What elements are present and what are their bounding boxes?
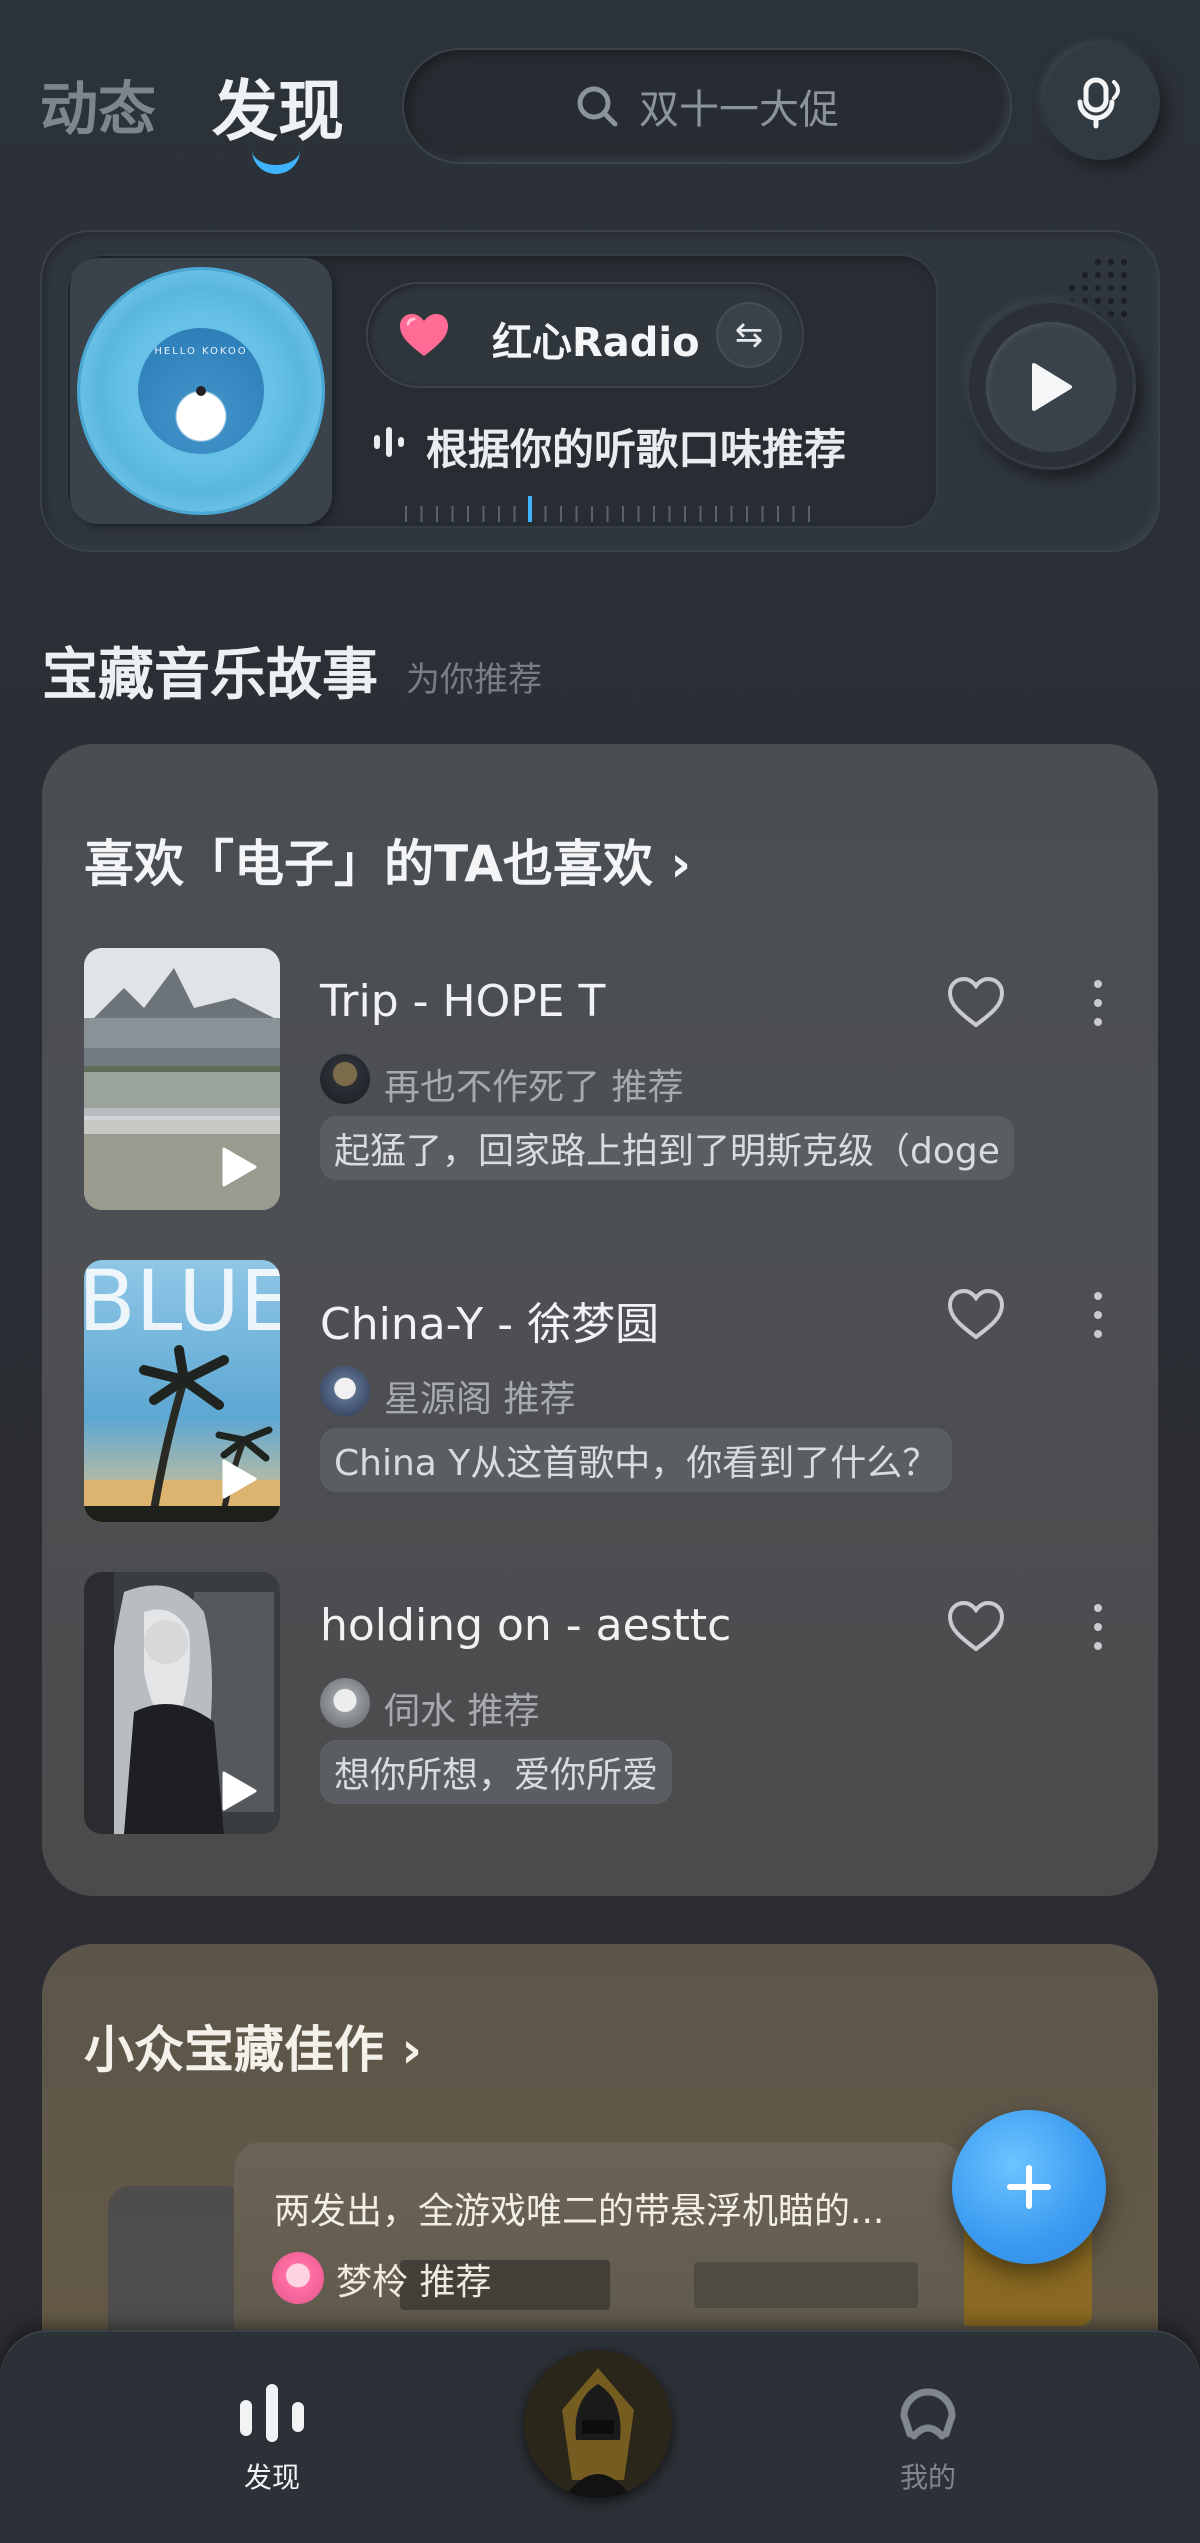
radio-name: 红心Radio [492,320,700,366]
play-icon [222,1771,257,1811]
add-button[interactable] [952,2110,1106,2264]
grille-dot [1082,272,1088,278]
cover-text-blue: BLUE [84,1260,280,1350]
niche-post-text[interactable]: 两发出，全游戏唯二的带悬浮机瞄的... [274,2182,884,2234]
grille-dot [1121,259,1127,265]
nav-discover-label[interactable]: 发现 [244,2456,300,2496]
play-icon [222,1147,257,1187]
swap-icon: ⇆ [734,315,764,355]
song-comment-3[interactable]: 想你所想，爱你所爱 [320,1740,673,1804]
grille-dot [1069,285,1075,291]
search-input[interactable]: 双十一大促 [404,50,1010,162]
radio-play-button[interactable] [986,322,1116,452]
recommender-2[interactable]: 星源阁 推荐 [384,1370,575,1422]
grille-dot [1121,272,1127,278]
grille-dot [1108,259,1114,265]
song-title-2[interactable]: China-Y - 徐梦圆 [320,1288,659,1352]
like-heart-icon[interactable] [946,975,1006,1029]
niche-card-title[interactable]: 小众宝藏佳作 › [84,2010,422,2082]
recommender-avatar-1[interactable] [320,1054,370,1104]
tab-faxian[interactable]: 发现 [212,58,344,154]
plus-icon [1007,2165,1051,2209]
search-placeholder: 双十一大促 [639,87,839,133]
game-ui-bar [694,2262,918,2308]
grille-dot [1121,298,1127,304]
recommender-niche[interactable]: 梦柃 推荐 [336,2253,491,2305]
tab-dongtai[interactable]: 动态 [40,62,156,146]
grille-dot [1108,272,1114,278]
play-icon [1032,363,1072,411]
like-heart-icon[interactable] [946,1287,1006,1341]
grille-dot [1082,285,1088,291]
more-options-icon[interactable] [1088,978,1108,1028]
vinyl-hole [196,386,206,396]
more-options-icon[interactable] [1088,1290,1108,1340]
grille-dot [1121,285,1127,291]
switch-mode-button[interactable]: ⇆ [718,304,780,366]
search-icon [577,86,618,127]
song-cover-1[interactable] [84,948,280,1210]
grille-dot [1095,259,1101,265]
grille-dot [1108,285,1114,291]
like-heart-icon[interactable] [946,1599,1006,1653]
recommender-avatar-2[interactable] [320,1366,370,1416]
discover-icon[interactable] [236,2380,308,2446]
voice-search-button[interactable] [1044,44,1160,160]
song-comment-2[interactable]: China Y从这首歌中，你看到了什么？ [320,1428,953,1492]
profile-icon[interactable] [896,2376,960,2446]
song-cover-2[interactable]: BLUE [84,1260,280,1522]
now-playing-cover[interactable] [524,2350,672,2498]
radio-subtitle: 根据你的听歌口味推荐 [426,425,847,474]
grille-dot [1108,298,1114,304]
nav-mine-label[interactable]: 我的 [900,2456,956,2496]
progress-ruler[interactable] [402,496,820,526]
active-tab-indicator [252,150,300,174]
play-icon [222,1459,257,1499]
song-comment-1[interactable]: 起猛了，回家路上拍到了明斯克级（doge [320,1116,1014,1180]
recommender-3[interactable]: 伺水 推荐 [384,1682,539,1734]
song-cover-3[interactable] [84,1572,280,1834]
more-options-icon[interactable] [1088,1602,1108,1652]
grille-dot [1108,311,1114,317]
recommender-avatar-3[interactable] [320,1678,370,1728]
recommend-card-title[interactable]: 喜欢「电子」的TA也喜欢 › [84,824,691,896]
vinyl-label-text: HELLO KOKOO [154,346,248,357]
section-title: 宝藏音乐故事 [42,643,378,708]
microphone-icon [1077,77,1120,129]
grille-dot [1121,311,1127,317]
section-subtitle: 为你推荐 [406,660,542,700]
grille-dot [1095,298,1101,304]
song-title-1[interactable]: Trip - HOPE T [320,976,605,1027]
grille-dot [1082,298,1088,304]
song-title-3[interactable]: holding on - aesttc [320,1600,731,1651]
recommender-1[interactable]: 再也不作死了 推荐 [384,1058,683,1110]
heart-icon [400,314,448,356]
sound-wave-icon [374,427,404,457]
grille-dot [1095,272,1101,278]
grille-dot [1095,285,1101,291]
recommender-avatar-niche[interactable] [272,2252,324,2304]
